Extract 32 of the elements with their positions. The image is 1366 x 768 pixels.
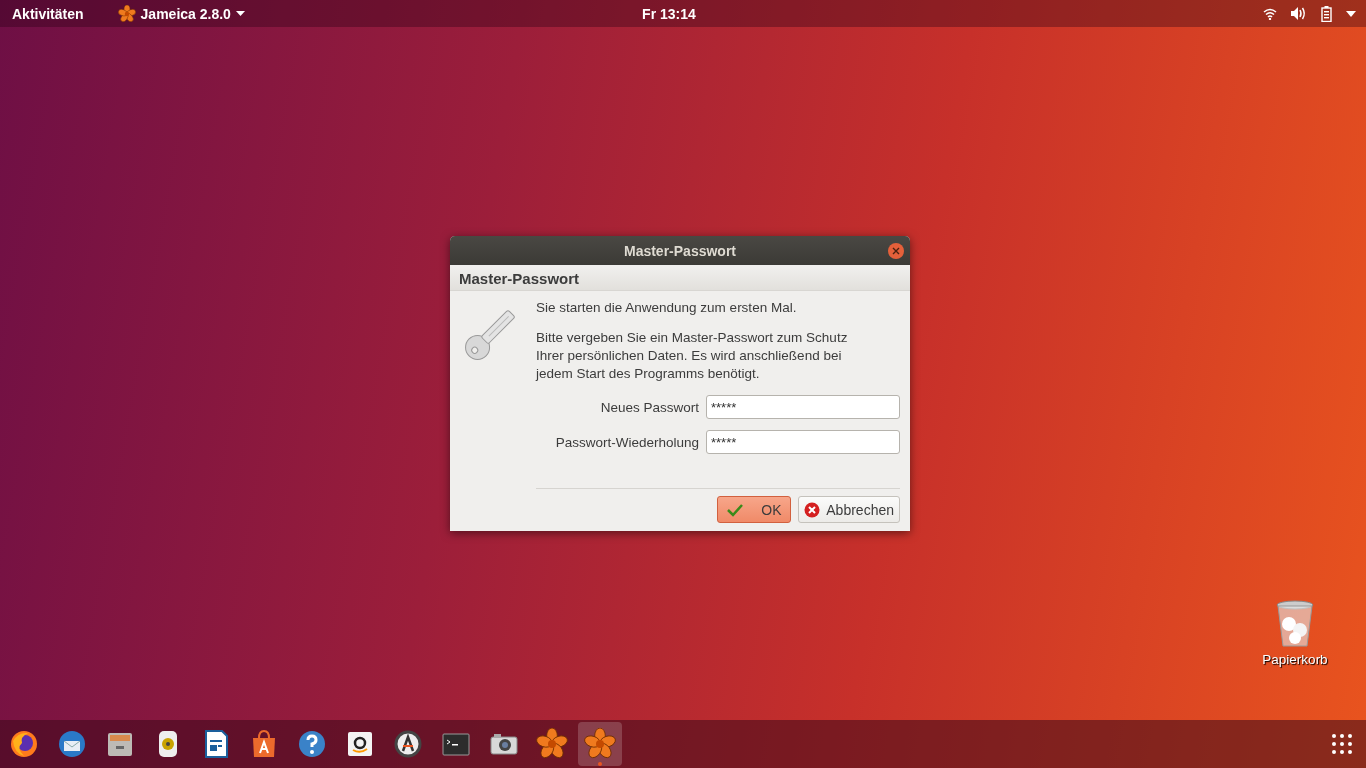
password-field[interactable]: ***** bbox=[706, 395, 900, 419]
app-menu[interactable]: Jameica 2.8.0 bbox=[117, 4, 245, 23]
close-icon bbox=[892, 247, 900, 255]
battery-icon[interactable] bbox=[1321, 5, 1332, 22]
caret-icon[interactable] bbox=[1346, 10, 1356, 17]
checkmark-icon bbox=[727, 502, 744, 517]
flower-icon bbox=[536, 728, 568, 760]
close-button[interactable] bbox=[888, 243, 904, 259]
help-icon bbox=[296, 728, 328, 760]
activities-button[interactable]: Aktivitäten bbox=[12, 5, 84, 22]
trash-bin-icon[interactable] bbox=[1275, 600, 1315, 648]
caret-icon bbox=[235, 11, 245, 16]
flower-icon bbox=[584, 728, 616, 760]
bird-envelope-icon bbox=[56, 728, 88, 760]
ok-button[interactable]: OK bbox=[717, 496, 792, 523]
flower-icon bbox=[117, 4, 136, 23]
wifi-icon[interactable] bbox=[1263, 7, 1277, 20]
clock[interactable]: Fr 13:14 bbox=[244, 5, 1093, 22]
field-label: Passwort-Wiederholung bbox=[555, 434, 699, 450]
field-label: Neues Passwort bbox=[600, 399, 699, 415]
running-dot bbox=[598, 762, 602, 766]
message-text: Bitte vergeben Sie ein Master-Passwort zum Schutz Ihrer persönlichen Daten. Es wird anschließend bei jedem Start des Programms benötigt. bbox=[536, 329, 849, 383]
cancel-button[interactable]: Abbrechen bbox=[798, 496, 900, 523]
dot-grid-icon bbox=[1332, 734, 1352, 754]
speaker-icon[interactable] bbox=[1291, 7, 1307, 20]
window-title: Master-Passwort bbox=[623, 242, 736, 259]
password-field[interactable]: ***** bbox=[706, 430, 900, 454]
desktop-icon-label[interactable]: Papierkorb bbox=[1262, 652, 1328, 667]
cancel-icon bbox=[804, 501, 821, 518]
intro-text: Sie starten die Anwendung zum ersten Mal. bbox=[536, 299, 798, 317]
dialog-heading: Master-Passwort bbox=[450, 267, 910, 291]
refresh-circle-icon bbox=[392, 728, 424, 760]
